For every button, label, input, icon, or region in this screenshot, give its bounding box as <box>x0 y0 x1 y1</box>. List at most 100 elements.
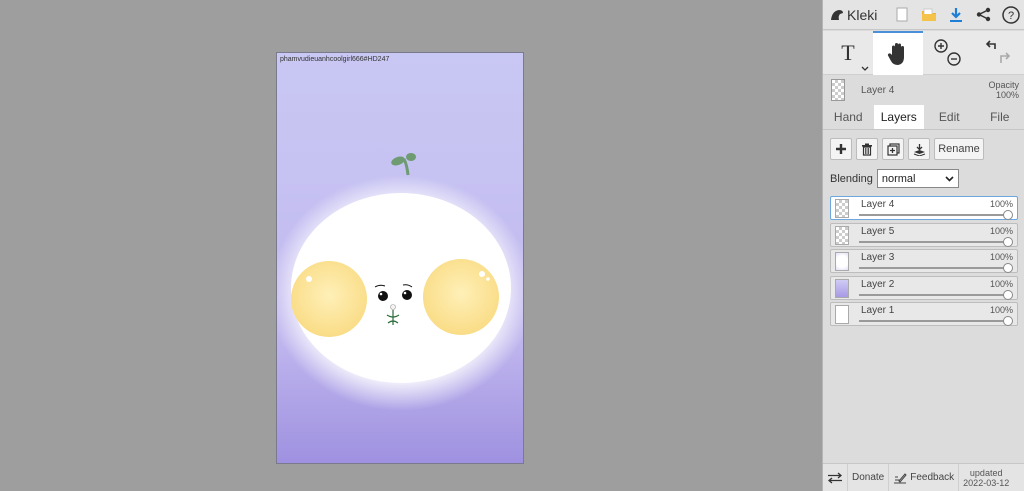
kleki-logo[interactable]: Kleki <box>829 7 888 23</box>
open-image-button[interactable] <box>915 0 942 30</box>
layer-thumbnail <box>835 305 849 324</box>
duplicate-layer-button[interactable] <box>882 138 904 160</box>
current-layer-thumbnail <box>831 79 845 101</box>
layer-opacity: 100% <box>989 252 1013 262</box>
updated-info[interactable]: updated 2022-03-12 <box>959 464 1013 491</box>
top-bar: Kleki ? <box>823 0 1024 30</box>
layer-opacity: 100% <box>989 305 1013 315</box>
canvas-artwork <box>277 153 523 411</box>
left-eye <box>378 291 388 301</box>
blending-control: Blending normal <box>830 169 959 188</box>
layer-opacity-knob[interactable] <box>1003 236 1013 247</box>
current-layer-opacity: Opacity 100% <box>988 80 1019 100</box>
canvas-signature: phamvudieuanhcoolgirl666#HD247 <box>280 56 390 63</box>
zoom-buttons[interactable] <box>923 31 973 75</box>
text-tool-button[interactable]: T <box>823 31 873 75</box>
svg-text:?: ? <box>1008 10 1014 22</box>
rename-layer-button[interactable]: Rename <box>934 138 984 160</box>
folder-icon <box>921 8 936 21</box>
blending-label: Blending <box>830 172 873 185</box>
swap-arrows-icon <box>827 472 843 483</box>
duplicate-icon <box>886 142 900 156</box>
layer-name: Layer 3 <box>861 252 895 263</box>
layer-item-4[interactable]: Layer 4 100% <box>830 196 1018 220</box>
feedback-label: Feedback <box>910 472 955 483</box>
toggle-panel-side-button[interactable] <box>823 463 848 491</box>
plus-icon <box>836 144 846 154</box>
undo-redo-buttons[interactable] <box>973 31 1023 75</box>
tab-file[interactable]: File <box>975 105 1024 129</box>
text-tool-icon: T <box>841 40 855 65</box>
opacity-label: Opacity <box>988 80 1019 90</box>
layer-opacity: 100% <box>989 225 1013 236</box>
chevron-down-icon[interactable] <box>861 66 869 72</box>
chevron-down-icon <box>945 176 954 182</box>
layer-opacity-slider[interactable] <box>859 214 1005 216</box>
layer-thumbnail <box>835 199 849 218</box>
drawing-canvas[interactable]: phamvudieuanhcoolgirl666#HD247 <box>276 52 524 464</box>
feedback-link[interactable]: Feedback <box>889 463 960 491</box>
kleki-bird-icon <box>831 9 843 20</box>
layer-thumbnail <box>835 225 849 245</box>
blending-value: normal <box>881 172 916 185</box>
layer-opacity-knob[interactable] <box>1003 210 1013 220</box>
layer-item-1[interactable]: Layer 1 100% <box>830 302 1018 326</box>
save-image-button[interactable] <box>943 0 970 30</box>
layer-item-3[interactable]: Layer 3 100% <box>830 249 1018 273</box>
layer-opacity-slider[interactable] <box>859 240 1005 243</box>
tab-layers[interactable]: Layers <box>873 105 924 129</box>
layer-opacity-knob[interactable] <box>1003 316 1013 326</box>
layer-list: Layer 4 100% Layer 5 100% Layer 3 100% L… <box>830 196 1018 329</box>
share-button[interactable] <box>970 0 997 30</box>
app-name: Kleki <box>847 6 878 23</box>
tab-hand[interactable]: Hand <box>823 105 874 129</box>
opacity-value: 100% <box>995 90 1019 100</box>
updated-label: updated <box>969 467 1003 478</box>
new-file-icon <box>896 7 908 22</box>
sprout-leaf-right <box>406 153 416 161</box>
hand-tool-button[interactable] <box>873 31 923 75</box>
layer-opacity-slider[interactable] <box>859 320 1005 322</box>
new-image-button[interactable] <box>888 0 915 30</box>
drawing-workspace[interactable]: phamvudieuanhcoolgirl666#HD247 <box>0 0 822 491</box>
layer-opacity-slider[interactable] <box>859 267 1005 269</box>
tool-row: T <box>823 31 1024 75</box>
layer-opacity-slider[interactable] <box>859 293 1005 296</box>
share-icon <box>977 7 991 22</box>
hand-icon <box>887 43 904 65</box>
merge-layer-button[interactable] <box>908 138 930 160</box>
delete-layer-button[interactable] <box>856 138 878 160</box>
tab-edit[interactable]: Edit <box>924 105 975 129</box>
blending-select[interactable]: normal <box>876 169 959 188</box>
layer-item-5[interactable]: Layer 5 100% <box>830 222 1018 247</box>
download-icon <box>950 7 963 22</box>
add-layer-button[interactable] <box>830 138 852 160</box>
layer-opacity: 100% <box>989 278 1013 289</box>
sprout-leaf-left <box>391 156 405 166</box>
right-eye <box>402 290 412 300</box>
layer-item-2[interactable]: Layer 2 100% <box>830 275 1018 300</box>
layer-name: Layer 2 <box>861 278 895 290</box>
help-icon: ? <box>1002 5 1021 24</box>
layer-opacity-knob[interactable] <box>1003 263 1013 273</box>
left-cheek <box>291 261 367 337</box>
feedback-pen-icon <box>894 472 907 483</box>
help-button[interactable]: ? <box>998 0 1024 30</box>
layer-opacity-knob[interactable] <box>1003 289 1013 300</box>
panel-footer: Donate Feedback updated 2022-03-12 <box>823 463 1024 491</box>
side-panel: Kleki ? T Layer 4 Opacity 100% Hand Laye… <box>822 0 1024 491</box>
panel-tabs: Hand Layers Edit File <box>823 105 1024 130</box>
zoom-in-out-icon <box>934 39 961 66</box>
current-layer-info: Layer 4 Opacity 100% <box>823 76 1024 104</box>
layer-thumbnail <box>835 252 849 271</box>
layer-buttons: Rename <box>830 138 984 160</box>
merge-down-icon <box>913 143 925 156</box>
donate-link[interactable]: Donate <box>848 463 890 491</box>
current-layer-name: Layer 4 <box>861 84 895 96</box>
right-cheek <box>423 259 499 335</box>
layer-name: Layer 4 <box>861 199 895 210</box>
updated-date: 2022-03-12 <box>963 477 1010 488</box>
layer-opacity: 100% <box>989 199 1013 209</box>
layer-thumbnail <box>835 278 849 298</box>
layer-name: Layer 1 <box>861 305 895 316</box>
